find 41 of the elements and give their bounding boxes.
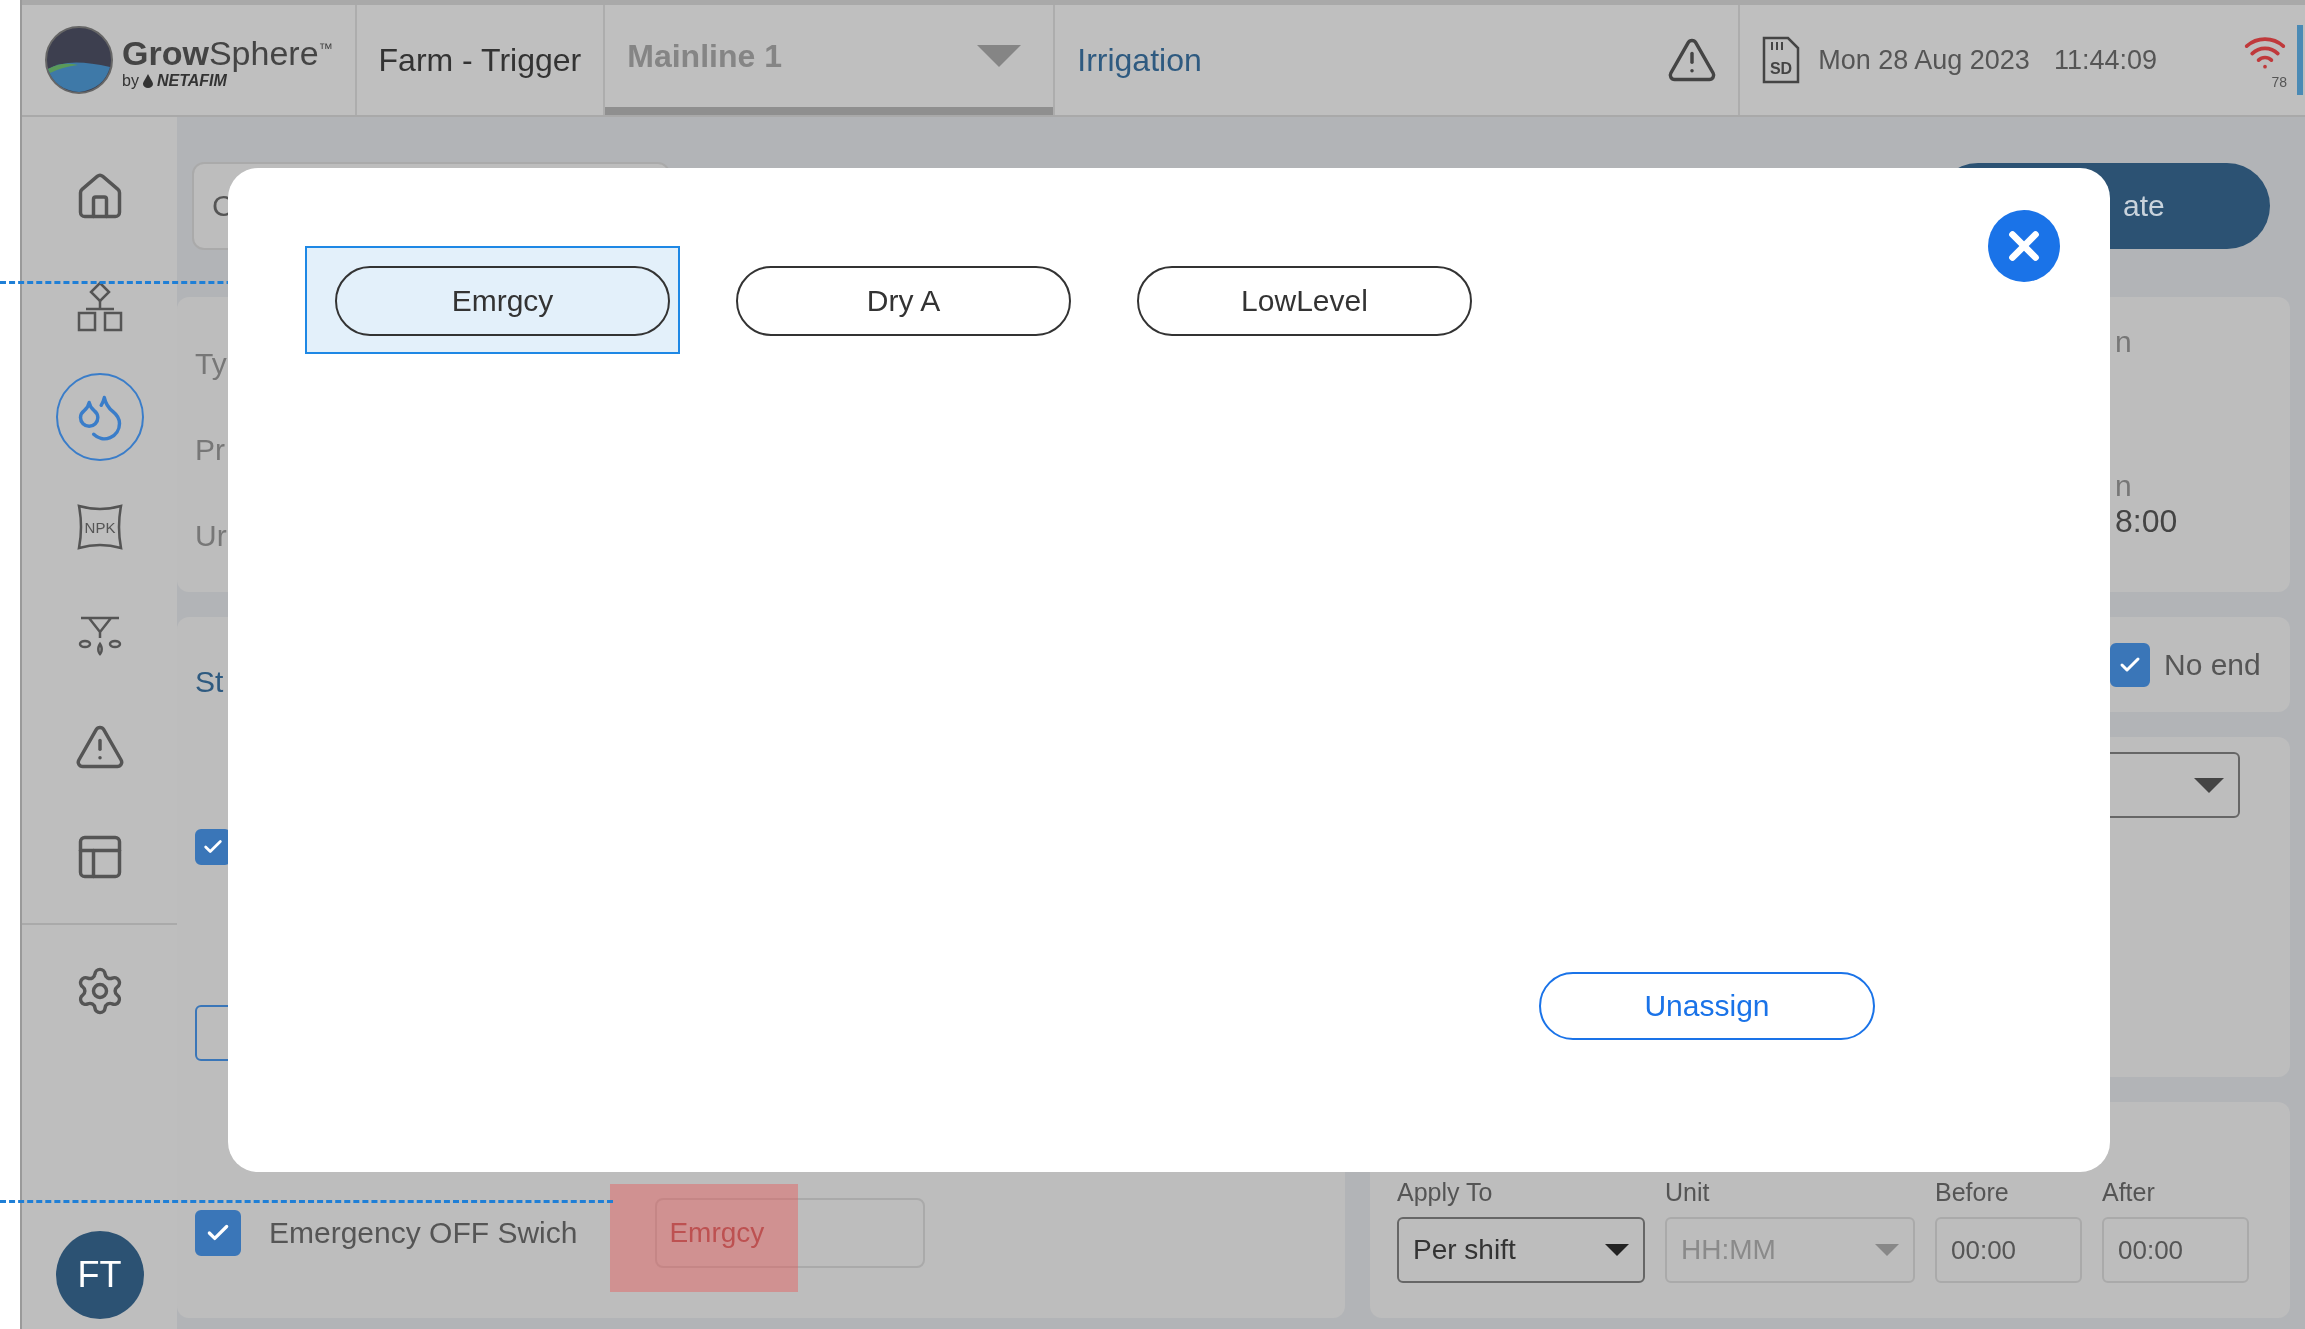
date-text: Mon 28 Aug 2023 xyxy=(1818,44,2030,76)
time-text: 11:44:09 xyxy=(2053,44,2157,76)
sd-card-icon: SD xyxy=(1762,36,1801,84)
field-label: After xyxy=(2102,1178,2156,1207)
field-label: n xyxy=(2115,325,2133,359)
emergency-label: Emergency OFF Swich xyxy=(269,1216,578,1250)
unassign-button[interactable]: Unassign xyxy=(1539,972,1875,1040)
checkbox[interactable] xyxy=(195,829,231,865)
field-label: Pr xyxy=(195,433,226,467)
tag-option[interactable]: Emrgcy xyxy=(335,266,670,336)
logo-by: by xyxy=(122,71,139,90)
user-avatar[interactable]: FT xyxy=(55,1231,144,1319)
tag-option[interactable]: Dry A xyxy=(736,266,1071,336)
time-field[interactable]: 00:00 xyxy=(2102,1217,2249,1283)
tag-option[interactable]: LowLevel xyxy=(1137,266,1472,336)
sidebar-item[interactable] xyxy=(55,373,144,461)
field-label: Ur xyxy=(195,519,228,553)
field-label: Ty xyxy=(195,347,228,381)
field-label: Unit xyxy=(1665,1178,1711,1207)
field-label: Before xyxy=(1935,1178,2010,1207)
time-field[interactable]: 00:00 xyxy=(1935,1217,2082,1283)
caret-icon xyxy=(1605,1244,1629,1256)
drop-icon xyxy=(142,73,153,88)
checkbox[interactable] xyxy=(2110,642,2150,687)
globe-logo-icon xyxy=(44,25,114,95)
field-label: Apply To xyxy=(1397,1178,1494,1207)
hierarchy-icon xyxy=(75,281,124,333)
sidebar-item[interactable]: NPK xyxy=(55,483,144,571)
caret-icon xyxy=(2194,777,2224,793)
brand-name: NETAFIM xyxy=(156,71,227,90)
field-value: 8:00 xyxy=(2115,503,2179,540)
section-title: Irrigation xyxy=(1076,41,1203,79)
farm-name: Farm - Trigger xyxy=(377,41,583,79)
field-label: n xyxy=(2115,469,2133,503)
card-title: St xyxy=(195,665,225,699)
no-end-label: No end xyxy=(2164,647,2261,682)
caret-icon xyxy=(1875,1244,1899,1256)
dropdown[interactable]: Per shift xyxy=(1397,1217,1645,1283)
signal-value: 78 xyxy=(2271,74,2287,90)
caret-icon xyxy=(977,45,1022,67)
checkbox[interactable] xyxy=(195,1210,241,1256)
